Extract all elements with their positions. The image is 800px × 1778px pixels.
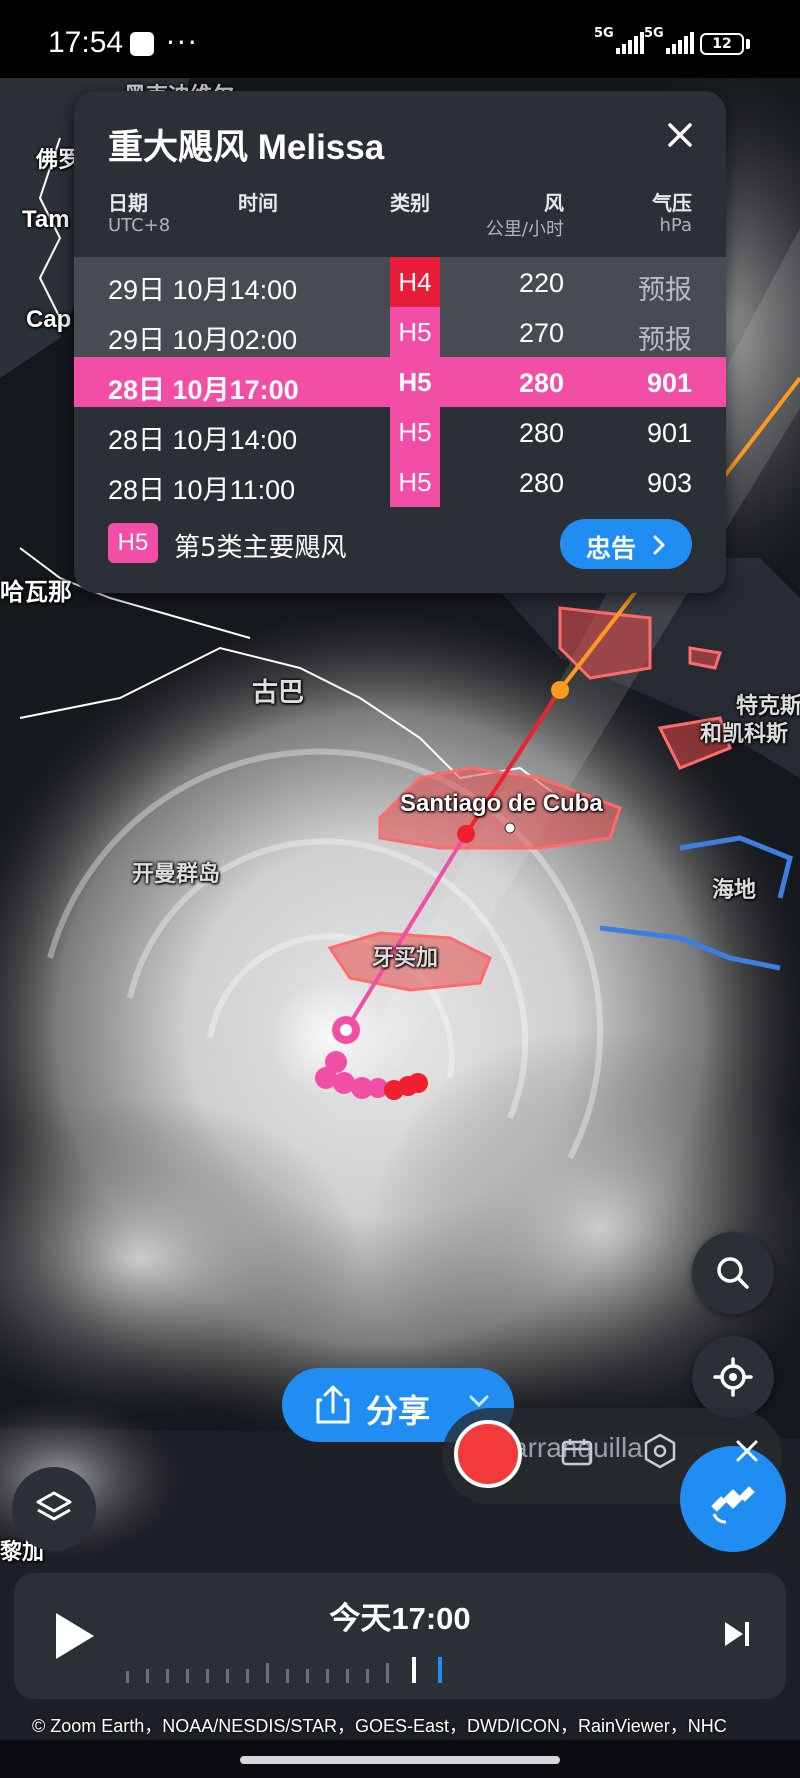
row-wind: 280 [518, 468, 564, 498]
close-recording-icon[interactable] [732, 1436, 762, 1466]
row-datetime: 28日 10月11:00 [108, 475, 296, 505]
satellite-icon [711, 1486, 755, 1524]
map-label-santiago: Santiago de Cuba [400, 790, 603, 817]
crosshair-icon [713, 1357, 753, 1397]
map-label-haiti: 海地 [712, 877, 757, 902]
row-category-badge: H5 [390, 357, 440, 407]
share-icon [316, 1385, 350, 1424]
category-legend-text: 第5类主要飓风 [174, 533, 347, 563]
more-notifications-icon: ··· [166, 26, 199, 59]
header-pressure-unit: hPa [659, 215, 692, 236]
skip-to-end-icon[interactable] [722, 1619, 752, 1649]
attribution: © Zoom Earth，NOAA/NESDIS/STAR，GOES-East，… [32, 1716, 727, 1736]
timeline-scrubber[interactable] [126, 1657, 456, 1683]
close-button[interactable] [656, 111, 704, 159]
layers-icon [36, 1491, 72, 1521]
home-indicator[interactable] [240, 1756, 560, 1764]
record-button[interactable] [454, 1420, 522, 1488]
header-category: 类别 [390, 191, 430, 215]
map-label-caicos: 和凯科斯 [700, 721, 789, 746]
storm-title: 重大飓风 Melissa [108, 128, 385, 167]
row-category-badge: H5 [390, 407, 440, 457]
status-bar: 17:54 ··· 5G 5G 12 [0, 0, 800, 78]
clock: 17:54 [48, 26, 124, 59]
category-legend-badge: H5 [108, 523, 158, 563]
table-row-current[interactable]: 28日 10月17:00 H5 280 901 [74, 357, 726, 407]
row-pressure: 预报 [638, 325, 692, 355]
signal-icon-2: 5G [644, 26, 702, 54]
table-row[interactable]: 29日 10月02:00 H5 270 预报 [74, 307, 726, 357]
layers-button[interactable] [12, 1467, 96, 1551]
row-wind: 270 [518, 318, 564, 348]
row-pressure: 901 [646, 418, 692, 448]
header-wind-unit: 公里/小时 [485, 219, 564, 240]
row-pressure: 901 [646, 368, 692, 398]
row-datetime: 29日 10月14:00 [108, 275, 298, 305]
row-category-badge: H4 [390, 257, 440, 307]
row-wind: 280 [518, 418, 564, 448]
battery-icon: 12 [700, 33, 744, 55]
row-category-badge: H5 [390, 457, 440, 507]
header-date-sub: UTC+8 [108, 215, 171, 236]
chevron-down-icon [469, 1395, 489, 1408]
search-button[interactable] [692, 1232, 774, 1314]
search-icon [717, 1257, 749, 1289]
battery-cap [746, 39, 750, 49]
row-pressure: 903 [646, 468, 692, 498]
timeline-panel: 今天17:00 [14, 1573, 786, 1699]
advisory-button[interactable]: 忠告 [560, 519, 692, 569]
calendar-icon[interactable] [560, 1436, 594, 1468]
map-label-tampa: Tam [22, 206, 70, 233]
notification-app-icon [130, 32, 154, 56]
row-datetime: 28日 10月14:00 [108, 425, 298, 455]
table-row[interactable]: 28日 10月11:00 H5 280 903 [74, 457, 726, 507]
storm-info-card: 重大飓风 Melissa 日期 UTC+8 时间 类别 风 公里/小时 气压 h… [74, 91, 726, 593]
row-datetime: 28日 10月17:00 [108, 375, 299, 405]
advisory-label: 忠告 [586, 534, 637, 563]
header-date: 日期 [108, 191, 148, 215]
map-label-havana: 哈瓦那 [0, 579, 72, 606]
timeline-current-time: 今天17:00 [329, 1601, 471, 1636]
header-wind: 风 [544, 191, 564, 215]
locate-me-button[interactable] [692, 1336, 774, 1418]
storm-history-table: 29日 10月14:00 H4 220 预报 29日 10月02:00 H5 2… [74, 257, 726, 507]
header-time: 时间 [238, 191, 278, 215]
close-icon [668, 123, 692, 147]
row-wind: 280 [518, 368, 564, 398]
header-pressure: 气压 [652, 191, 692, 215]
map-label-cape: Cap [26, 306, 72, 333]
table-row[interactable]: 28日 10月14:00 H5 280 901 [74, 407, 726, 457]
map-label-cuba: 古巴 [252, 677, 305, 707]
chevron-right-icon [653, 535, 665, 555]
table-row[interactable]: 29日 10月14:00 H4 220 预报 [74, 257, 726, 307]
map-label-jamaica: 牙买加 [372, 945, 439, 970]
settings-hexagon-icon[interactable] [642, 1432, 678, 1470]
row-category-badge: H5 [390, 307, 440, 357]
row-pressure: 预报 [638, 275, 692, 305]
share-label: 分享 [366, 1392, 431, 1430]
row-wind: 220 [518, 268, 564, 298]
row-datetime: 29日 10月02:00 [108, 325, 298, 355]
map-label-cayman: 开曼群岛 [132, 861, 221, 886]
